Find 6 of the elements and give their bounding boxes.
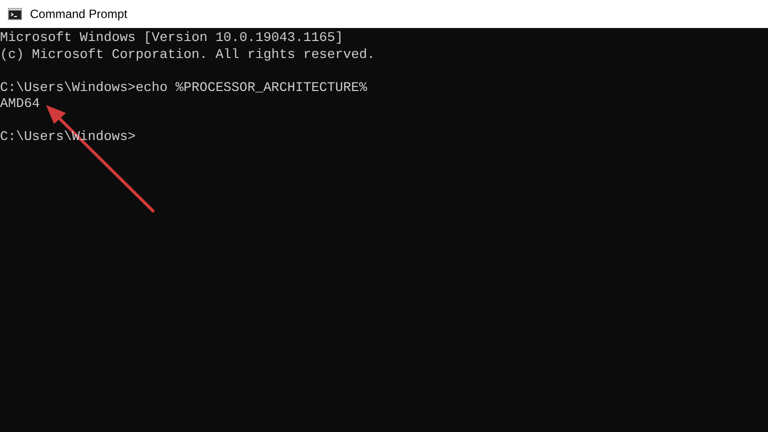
console-line: Microsoft Windows [Version 10.0.19043.1165] [0,30,344,46]
console-line: (c) Microsoft Corporation. All rights reserved. [0,46,376,63]
console-icon [8,8,22,20]
console-line: C:\Users\Windows>echo %PROCESSOR_ARCHITECTURE% [0,80,368,96]
console-line: AMD64 [0,96,40,112]
window-title: Command Prompt [30,7,128,21]
